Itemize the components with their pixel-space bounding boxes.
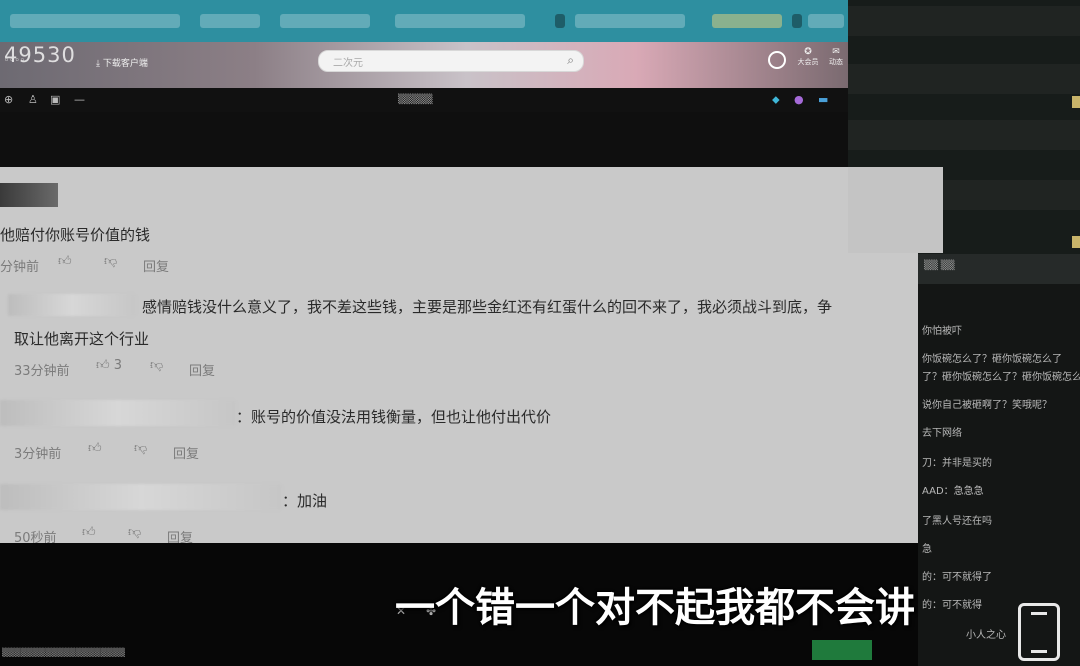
browser-tab-icon[interactable] <box>555 14 565 28</box>
chat-message: 的：可不就得 <box>922 600 982 611</box>
browser-tab-strip <box>0 0 848 42</box>
app-icon-purple[interactable]: ● <box>794 93 804 106</box>
phone-icon[interactable] <box>1018 603 1060 661</box>
comment-text: ：账号的价值没法用钱衡量，但也让他付出代价 <box>236 408 552 426</box>
chat-header: ▒▒ ▒▒ <box>918 254 1080 284</box>
chat-message: 你饭碗怎么了？砸你饭碗怎么了 <box>922 354 1062 365</box>
chat-message: 说你自己被砸啊了？笑哦呢？ <box>922 400 1052 411</box>
username-blurred[interactable] <box>0 484 282 510</box>
chat-message: 你怕被吓 <box>922 326 962 337</box>
minimize-icon[interactable]: — <box>74 93 85 106</box>
chat-message: 的：可不就得了 <box>922 572 992 583</box>
search-icon[interactable]: ⌕ <box>567 53 574 68</box>
thumbs-up-icon[interactable]: 👍︎ <box>58 254 72 269</box>
thumbs-down-icon[interactable]: 👎︎ <box>134 441 147 456</box>
globe-icon[interactable]: ⊕ <box>4 93 13 106</box>
vip-button[interactable]: ✪ 大会员 <box>797 47 819 67</box>
download-icon: ⤓ <box>96 59 100 69</box>
chat-message: 了黑人号还在吗 <box>922 516 992 527</box>
browser-tab[interactable] <box>395 14 525 28</box>
thumbs-down-icon[interactable]: 👎︎ <box>104 254 117 269</box>
video-area <box>0 112 848 168</box>
chat-message: 急 <box>922 544 932 555</box>
browser-tab-icon[interactable] <box>792 14 802 28</box>
thumbs-down-icon[interactable]: 👎︎ <box>128 525 141 540</box>
search-placeholder: 二次元 <box>333 58 363 69</box>
folder-icon[interactable]: ▬ <box>818 93 828 106</box>
user-icon[interactable]: ♙ <box>28 93 38 106</box>
comment-text: 他赔付你账号价值的钱 <box>0 226 151 244</box>
browser-tab[interactable] <box>808 14 844 28</box>
vip-icon: ✪ <box>804 47 812 57</box>
browser-tab[interactable] <box>280 14 370 28</box>
search-box[interactable]: 二次元 ⌕ <box>318 50 584 72</box>
dynamic-icon: ✉ <box>832 47 840 57</box>
thumbs-down-icon[interactable]: 👎︎ <box>150 358 163 373</box>
header-link[interactable]: ◦◦◦◦ <box>4 56 25 66</box>
chat-message: 了？砸你饭碗怎么了？砸你饭碗怎么 <box>922 372 1080 383</box>
gift-badge <box>1072 236 1080 248</box>
chat-message: 刀：并非是买的 <box>922 458 992 469</box>
avatar[interactable] <box>0 183 58 207</box>
comment-text: ：加油 <box>282 492 328 510</box>
username-blurred[interactable] <box>0 400 236 426</box>
comment-time: 分钟前 <box>0 260 40 275</box>
download-client-link[interactable]: ⤓ 下载客户端 <box>96 56 148 69</box>
chat-message: AAD：急急急 <box>922 486 984 497</box>
app-icon-blue[interactable]: ⬥ <box>772 93 780 107</box>
window-icon[interactable]: ▣ <box>50 93 60 106</box>
reply-button[interactable]: 回复 <box>189 360 215 379</box>
comment-text: 感情赔钱没什么意义了，我不差这些钱，主要是那些金红还有红蛋什么的回不来了，我必须… <box>142 298 833 316</box>
comment-time: 33分钟前 <box>14 364 70 379</box>
chat-message: 去下网络 <box>922 428 962 439</box>
reply-button[interactable]: 回复 <box>173 443 199 462</box>
like-count: 3 <box>113 358 123 373</box>
bottom-bar-text: ▒▒▒▒▒▒▒▒▒▒▒▒▒▒▒▒▒▒▒▒ <box>2 648 126 657</box>
comment-text-continued: 取让他离开这个行业 <box>14 330 150 348</box>
comment-time: 3分钟前 <box>14 447 62 462</box>
browser-tab[interactable] <box>10 14 180 28</box>
browser-tab[interactable] <box>712 14 782 28</box>
thumbs-up-icon: 👍︎ <box>96 358 110 373</box>
send-button[interactable] <box>812 640 872 660</box>
like-button[interactable]: 👍︎ 3 <box>96 358 122 373</box>
video-subtitle: 一个错一个对不起我都不会讲 <box>395 585 915 631</box>
browser-tab[interactable] <box>200 14 260 28</box>
browser-tab[interactable] <box>575 14 685 28</box>
dynamic-button[interactable]: ✉ 动态 <box>825 47 847 67</box>
gift-badge <box>1072 96 1080 108</box>
thumbs-up-icon[interactable]: 👍︎ <box>88 441 102 456</box>
window-toolbar: ⊕ ♙ ▣ — ▒▒▒▒▒ ⬥ ● ▬ <box>0 88 848 112</box>
user-avatar[interactable] <box>768 51 786 69</box>
toolbar-title: ▒▒▒▒▒ <box>398 95 433 105</box>
thumbs-up-icon[interactable]: 👍︎ <box>82 525 96 540</box>
username-blurred[interactable] <box>8 294 136 316</box>
reply-button[interactable]: 回复 <box>143 256 169 275</box>
chat-message: 小人之心 <box>966 630 1006 641</box>
